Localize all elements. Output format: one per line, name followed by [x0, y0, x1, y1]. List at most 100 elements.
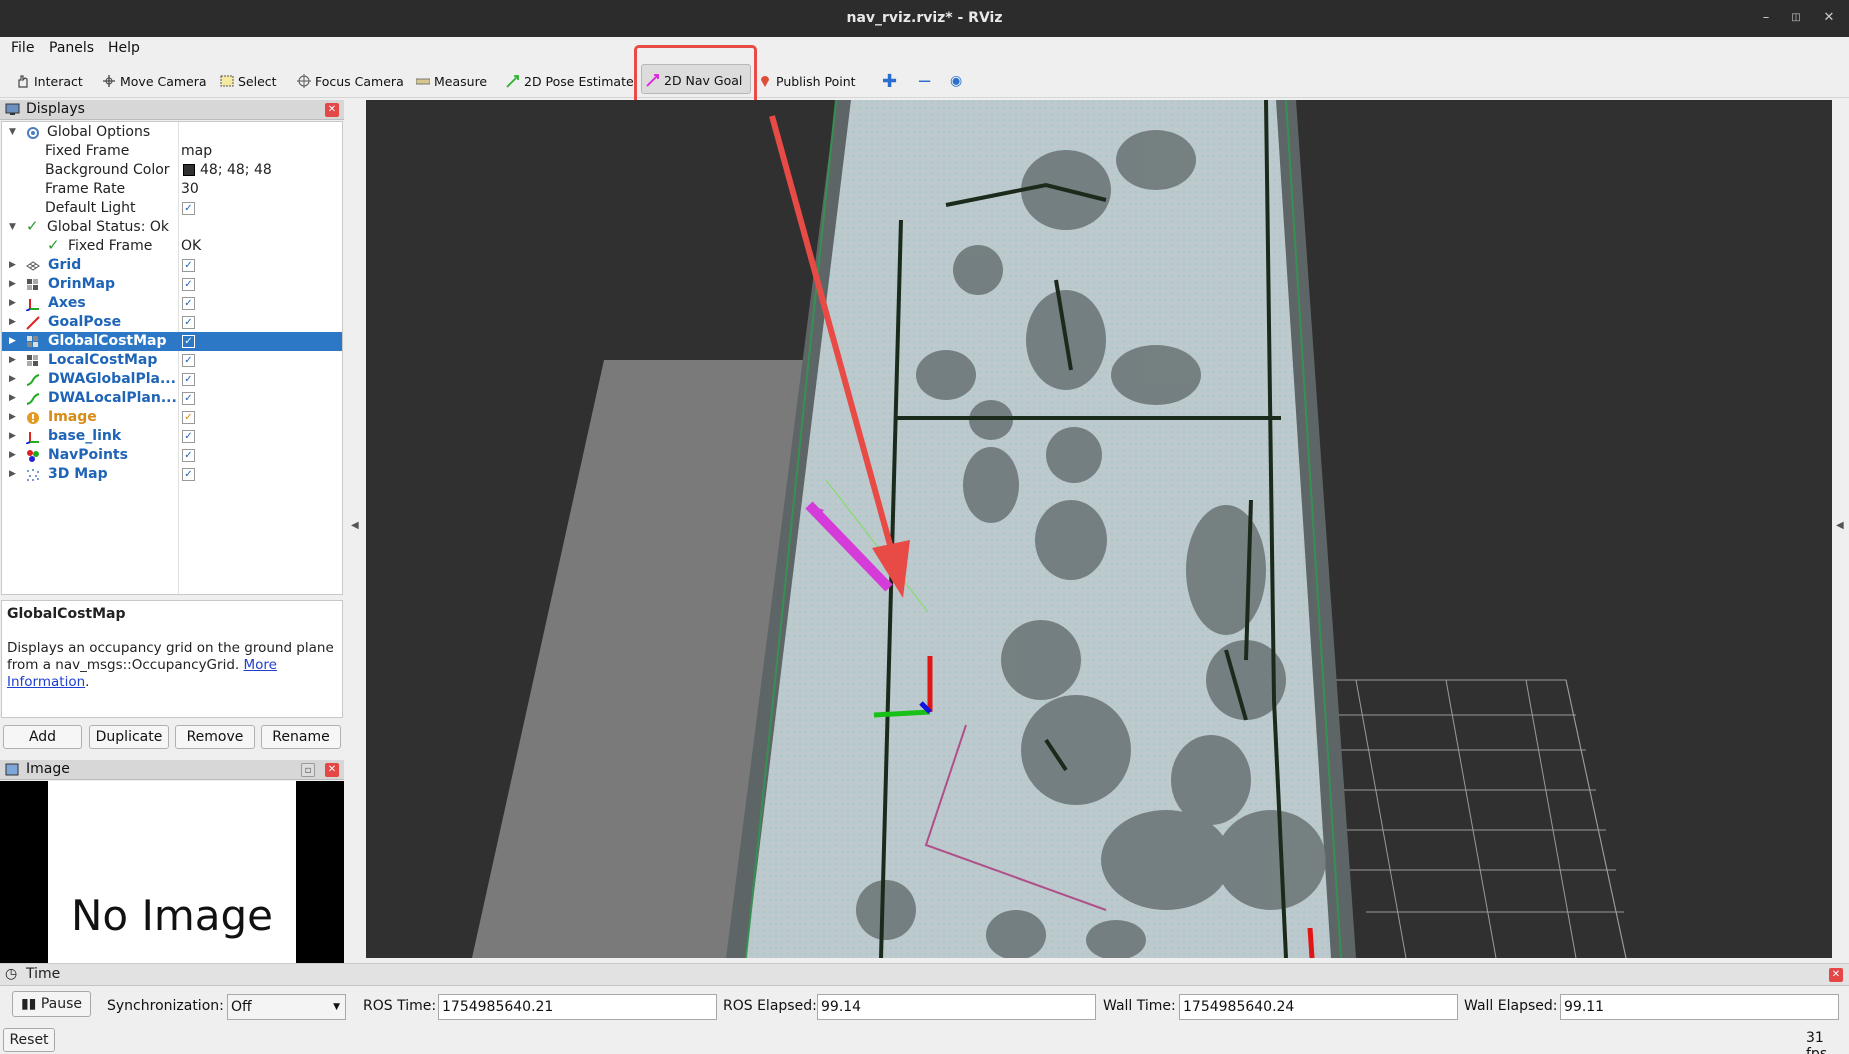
menu-bar: File Panels Help	[0, 37, 1849, 61]
rviz-window: nav_rviz.rviz* - RViz – ◫ ✕ File Panels …	[0, 0, 1849, 1054]
checkbox-globalcostmap[interactable]: ✓	[182, 335, 195, 348]
move-camera-tool[interactable]: Move Camera	[102, 71, 207, 91]
select-label: Select	[238, 73, 277, 89]
checkbox-dwaglobalplanner[interactable]: ✓	[182, 373, 195, 386]
remove-button[interactable]: Remove	[175, 725, 255, 749]
reset-button[interactable]: Reset	[3, 1028, 55, 1052]
tree-item-localcostmap[interactable]: ▶ LocalCostMap ✓	[2, 351, 342, 370]
sync-select[interactable]: Off ▼	[227, 994, 346, 1020]
menu-file[interactable]: File	[11, 40, 34, 56]
description-title: GlobalCostMap	[7, 606, 126, 622]
tree-item-globalcostmap[interactable]: ▶ GlobalCostMap ✓	[2, 332, 342, 351]
tree-item-image[interactable]: ▶ Image ✓	[2, 408, 342, 427]
tree-global-options[interactable]: ▼ Global Options	[2, 123, 342, 142]
collapse-left-icon[interactable]: ◀	[351, 520, 359, 531]
menu-panels[interactable]: Panels	[49, 40, 94, 56]
add-tool-icon[interactable]: ✚	[882, 71, 897, 92]
checkbox-grid[interactable]: ✓	[182, 259, 195, 272]
location-pin-icon	[758, 74, 772, 88]
tree-item-axes[interactable]: ▶ Axes ✓	[2, 294, 342, 313]
select-tool[interactable]: Select	[220, 71, 277, 91]
maximize-icon[interactable]: ◫	[1787, 9, 1805, 27]
measure-label: Measure	[434, 73, 488, 89]
float-panel-icon[interactable]: ▫	[301, 763, 315, 777]
eye-icon[interactable]: ◉	[950, 71, 962, 91]
tree-status-fixed-frame[interactable]: ✓ Fixed Frame OK	[2, 236, 342, 256]
rename-button[interactable]: Rename	[261, 725, 341, 749]
checkbox-base-link[interactable]: ✓	[182, 430, 195, 443]
close-displays-icon[interactable]: ✕	[325, 103, 339, 117]
annotation-arrow	[769, 115, 910, 598]
fps-label: 31 fps	[1806, 1030, 1828, 1054]
tree-background-color[interactable]: Background Color 48; 48; 48	[2, 161, 342, 180]
time-panel: ◷ Time ✕ ▮▮ Pause Synchronization: Off ▼ …	[0, 963, 1849, 1054]
tree-item-navpoints[interactable]: ▶ NavPoints ✓	[2, 446, 342, 465]
checkbox-navpoints[interactable]: ✓	[182, 449, 195, 462]
pose-estimate-tool[interactable]: 2D Pose Estimate	[506, 71, 634, 91]
pause-button[interactable]: ▮▮ Pause	[12, 991, 91, 1017]
checkbox-goalpose[interactable]: ✓	[182, 316, 195, 329]
markers-icon	[26, 449, 40, 463]
select-icon	[220, 74, 234, 88]
tree-item-goalpose[interactable]: ▶ GoalPose ✓	[2, 313, 342, 332]
checkbox-3d-map[interactable]: ✓	[182, 468, 195, 481]
image-header: Image ▫ ✕	[0, 760, 344, 780]
map-icon	[26, 278, 40, 292]
wall-time-field[interactable]: 1754985640.24	[1179, 994, 1458, 1020]
checkbox-default-light[interactable]: ✓	[182, 202, 195, 215]
tree-item-orinmap[interactable]: ▶ OrinMap ✓	[2, 275, 342, 294]
tree-item-dwalocalplanner[interactable]: ▶ DWALocalPlan... ✓	[2, 389, 342, 408]
menu-help[interactable]: Help	[108, 40, 140, 56]
tree-item-dwaglobalplanner[interactable]: ▶ DWAGlobalPla... ✓	[2, 370, 342, 389]
tree-item-base-link[interactable]: ▶ base_link ✓	[2, 427, 342, 446]
collapse-right-icon[interactable]: ◀	[1836, 520, 1844, 531]
checkbox-localcostmap[interactable]: ✓	[182, 354, 195, 367]
checkbox-image[interactable]: ✓	[182, 411, 195, 424]
title-bar: nav_rviz.rviz* - RViz – ◫ ✕	[0, 0, 1849, 37]
add-button[interactable]: Add	[3, 725, 82, 749]
sync-label: Synchronization:	[107, 998, 224, 1014]
window-title: nav_rviz.rviz* - RViz	[846, 10, 1003, 26]
ros-elapsed-label: ROS Elapsed:	[723, 998, 817, 1014]
publish-point-tool[interactable]: Publish Point	[758, 71, 856, 91]
checkbox-axes[interactable]: ✓	[182, 297, 195, 310]
tree-frame-rate[interactable]: Frame Rate 30	[2, 180, 342, 199]
pause-icon: ▮▮	[20, 996, 37, 1012]
render-canvas	[472, 100, 1627, 958]
time-header: ◷ Time ✕	[0, 964, 1849, 986]
remove-tool-icon[interactable]: −	[917, 71, 932, 92]
focus-camera-tool[interactable]: Focus Camera	[297, 71, 404, 91]
warning-icon	[26, 411, 40, 425]
ros-elapsed-field[interactable]: 99.14	[817, 994, 1096, 1020]
image-title: Image	[26, 761, 70, 777]
measure-tool[interactable]: Measure	[415, 71, 488, 91]
pose-arrow-icon	[26, 316, 40, 330]
publish-point-label: Publish Point	[776, 73, 856, 89]
time-title: Time	[26, 966, 61, 982]
3d-render-view[interactable]	[366, 100, 1832, 958]
close-time-icon[interactable]: ✕	[1829, 968, 1843, 982]
tree-default-light[interactable]: Default Light ✓	[2, 199, 342, 218]
checkbox-orinmap[interactable]: ✓	[182, 278, 195, 291]
no-image-text: No Image	[70, 891, 273, 940]
ros-time-field[interactable]: 1754985640.21	[438, 994, 717, 1020]
checkbox-dwalocalplanner[interactable]: ✓	[182, 392, 195, 405]
tree-item-grid[interactable]: ▶ Grid ✓	[2, 256, 342, 275]
interact-label: Interact	[34, 73, 83, 89]
minimize-icon[interactable]: –	[1757, 9, 1775, 27]
close-image-icon[interactable]: ✕	[325, 763, 339, 777]
wall-time-label: Wall Time:	[1103, 998, 1176, 1014]
path-icon	[26, 373, 40, 387]
tree-item-3d-map[interactable]: ▶ 3D Map ✓	[2, 465, 342, 484]
tree-global-status[interactable]: ▼ ✓ Global Status: Ok	[2, 217, 342, 237]
interact-tool[interactable]: Interact	[16, 71, 83, 91]
tree-fixed-frame[interactable]: Fixed Frame map	[2, 142, 342, 161]
close-icon[interactable]: ✕	[1820, 9, 1838, 27]
wall-elapsed-field[interactable]: 99.11	[1560, 994, 1839, 1020]
description-body: Displays an occupancy grid on the ground…	[7, 640, 334, 690]
image-panel-icon	[5, 763, 19, 776]
axis-y	[873, 709, 931, 718]
duplicate-button[interactable]: Duplicate	[89, 725, 169, 749]
color-swatch	[183, 164, 195, 176]
axes-icon	[25, 297, 40, 312]
